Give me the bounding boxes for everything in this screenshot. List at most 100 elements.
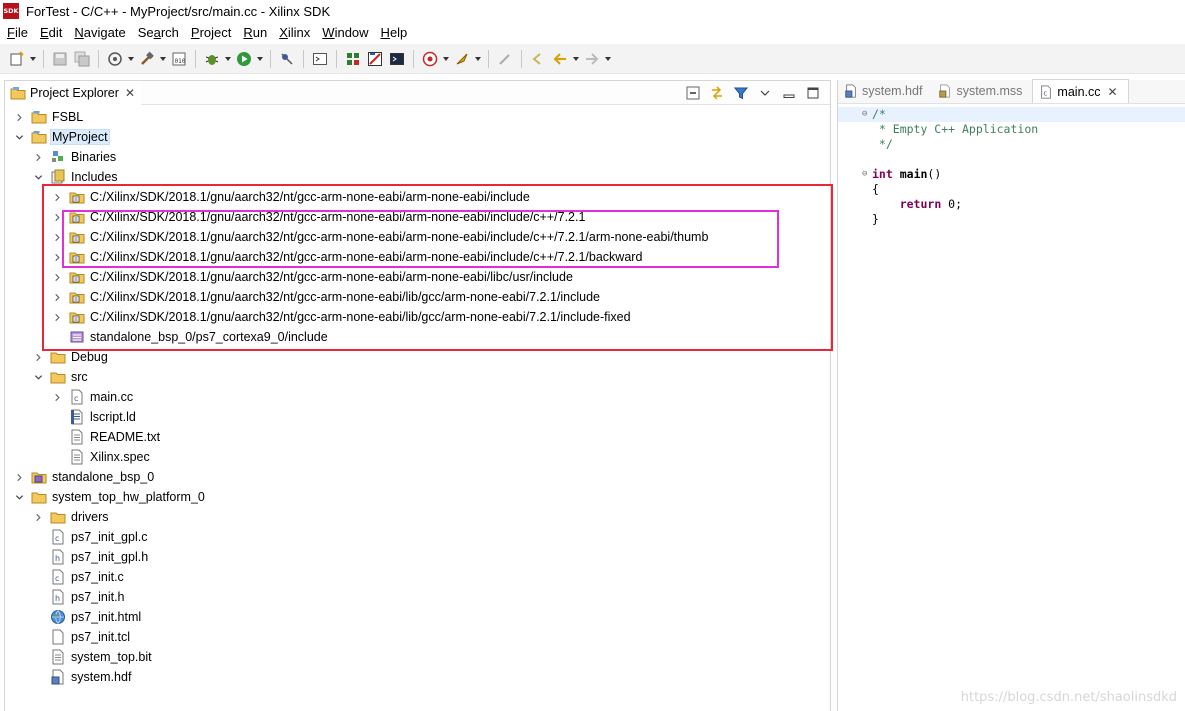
save-icon[interactable] (49, 48, 71, 70)
close-icon[interactable]: ✕ (125, 86, 135, 100)
chevron-down-icon[interactable] (32, 171, 44, 183)
editor-tab-system-hdf[interactable]: system.hdf (838, 79, 932, 103)
run-icon[interactable] (233, 48, 255, 70)
tree-item[interactable]: lscript.ld (5, 407, 830, 427)
tree-item[interactable]: c main.cc (5, 387, 830, 407)
tree-item[interactable]: C:/Xilinx/SDK/2018.1/gnu/aarch32/nt/gcc-… (5, 287, 830, 307)
skip-breakpoints-icon[interactable] (276, 48, 298, 70)
annotation-pen-icon[interactable] (494, 48, 516, 70)
tree-item[interactable]: standalone_bsp_0/ps7_cortexa9_0/include (5, 327, 830, 347)
back-dropdown-arrow[interactable] (571, 48, 581, 70)
program-fpga-icon[interactable] (364, 48, 386, 70)
collapse-all-icon[interactable] (684, 84, 702, 102)
tree-item[interactable]: drivers (5, 507, 830, 527)
chevron-right-icon[interactable] (51, 391, 63, 403)
maximize-icon[interactable] (804, 84, 822, 102)
menu-window[interactable]: Window (316, 22, 374, 44)
chevron-right-icon[interactable] (32, 151, 44, 163)
chevron-right-icon[interactable] (51, 311, 63, 323)
chevron-right-icon[interactable] (13, 111, 25, 123)
tree-item[interactable]: c ps7_init_gpl.c (5, 527, 830, 547)
editor-tab-system-mss[interactable]: system.mss (932, 79, 1032, 103)
new-dropdown-arrow[interactable] (28, 48, 38, 70)
tree-item[interactable]: C:/Xilinx/SDK/2018.1/gnu/aarch32/nt/gcc-… (5, 227, 830, 247)
launch-dropdown-arrow[interactable] (473, 48, 483, 70)
tree-item[interactable]: c ps7_init.c (5, 567, 830, 587)
menu-run[interactable]: Run (237, 22, 273, 44)
build-dropdown-arrow[interactable] (158, 48, 168, 70)
tree-item[interactable]: C:/Xilinx/SDK/2018.1/gnu/aarch32/nt/gcc-… (5, 187, 830, 207)
tree-item[interactable]: FSBL (5, 107, 830, 127)
chevron-right-icon[interactable] (51, 271, 63, 283)
build-settings-dropdown-arrow[interactable] (126, 48, 136, 70)
forward-arrow-icon[interactable] (581, 48, 603, 70)
tree-item[interactable]: README.txt (5, 427, 830, 447)
chevron-right-icon[interactable] (13, 471, 25, 483)
code-line[interactable]: return 0; (838, 197, 1185, 212)
tree-item[interactable]: C:/Xilinx/SDK/2018.1/gnu/aarch32/nt/gcc-… (5, 207, 830, 227)
fold-toggle-icon[interactable]: ⊖ (862, 167, 867, 182)
forward-dropdown-arrow[interactable] (603, 48, 613, 70)
tree-item[interactable]: C:/Xilinx/SDK/2018.1/gnu/aarch32/nt/gcc-… (5, 247, 830, 267)
tree-item[interactable]: Xilinx.spec (5, 447, 830, 467)
menu-search[interactable]: Search (132, 22, 185, 44)
menu-xilinx[interactable]: Xilinx (273, 22, 316, 44)
code-line[interactable]: */ (838, 137, 1185, 152)
hardware-icon[interactable] (342, 48, 364, 70)
chevron-right-icon[interactable] (32, 351, 44, 363)
chevron-right-icon[interactable] (51, 211, 63, 223)
xsct-dropdown-arrow[interactable] (441, 48, 451, 70)
tree-item[interactable]: Debug (5, 347, 830, 367)
build-hammer-icon[interactable] (136, 48, 158, 70)
terminal-icon[interactable] (309, 48, 331, 70)
chevron-right-icon[interactable] (51, 191, 63, 203)
tree-item[interactable]: Includes (5, 167, 830, 187)
tree-item[interactable]: system_top_hw_platform_0 (5, 487, 830, 507)
menu-project[interactable]: Project (185, 22, 237, 44)
console-icon[interactable] (386, 48, 408, 70)
minimize-icon[interactable] (780, 84, 798, 102)
chevron-down-icon[interactable] (13, 491, 25, 503)
tree-item[interactable]: src (5, 367, 830, 387)
menu-navigate[interactable]: Navigate (68, 22, 131, 44)
chevron-right-icon[interactable] (51, 231, 63, 243)
tree-item[interactable]: standalone_bsp_0 (5, 467, 830, 487)
view-menu-chevron-down-icon[interactable] (756, 84, 774, 102)
close-icon[interactable]: ✕ (1108, 85, 1118, 99)
last-edit-icon[interactable] (527, 48, 549, 70)
editor-tab-main-cc[interactable]: c main.cc ✕ (1032, 79, 1129, 103)
xsct-console-icon[interactable] (419, 48, 441, 70)
debug-bug-icon[interactable] (201, 48, 223, 70)
tree-item[interactable]: system_top.bit (5, 647, 830, 667)
tree-item[interactable]: C:/Xilinx/SDK/2018.1/gnu/aarch32/nt/gcc-… (5, 307, 830, 327)
code-line[interactable]: { (838, 182, 1185, 197)
chevron-down-icon[interactable] (13, 131, 25, 143)
code-line[interactable]: } (838, 212, 1185, 227)
menu-edit[interactable]: Edit (34, 22, 68, 44)
tree-item[interactable]: ps7_init.tcl (5, 627, 830, 647)
chevron-down-icon[interactable] (32, 371, 44, 383)
tree-item[interactable]: h ps7_init.h (5, 587, 830, 607)
new-wizard-icon[interactable] (6, 48, 28, 70)
chevron-right-icon[interactable] (32, 511, 44, 523)
tree-item[interactable]: C:/Xilinx/SDK/2018.1/gnu/aarch32/nt/gcc-… (5, 267, 830, 287)
launch-rocket-icon[interactable] (451, 48, 473, 70)
code-area[interactable]: ⊖ /* * Empty C++ Application */ ⊖ int main… (838, 107, 1185, 227)
chevron-right-icon[interactable] (51, 251, 63, 263)
code-line[interactable]: ⊖ /* (838, 107, 1185, 122)
tree-item[interactable]: system.hdf (5, 667, 830, 687)
chevron-right-icon[interactable] (51, 291, 63, 303)
code-line[interactable]: * Empty C++ Application (838, 122, 1185, 137)
fold-toggle-icon[interactable]: ⊖ (862, 107, 867, 122)
build-settings-icon[interactable] (104, 48, 126, 70)
tree-item[interactable]: ps7_init.html (5, 607, 830, 627)
tree-item[interactable]: Binaries (5, 147, 830, 167)
debug-dropdown-arrow[interactable] (223, 48, 233, 70)
menu-file[interactable]: File (0, 22, 34, 44)
code-line[interactable]: ⊖ int main() (838, 167, 1185, 182)
link-with-editor-icon[interactable] (708, 84, 726, 102)
back-arrow-icon[interactable] (549, 48, 571, 70)
tree-item[interactable]: h ps7_init_gpl.h (5, 547, 830, 567)
code-line[interactable] (838, 152, 1185, 167)
save-all-icon[interactable] (71, 48, 93, 70)
